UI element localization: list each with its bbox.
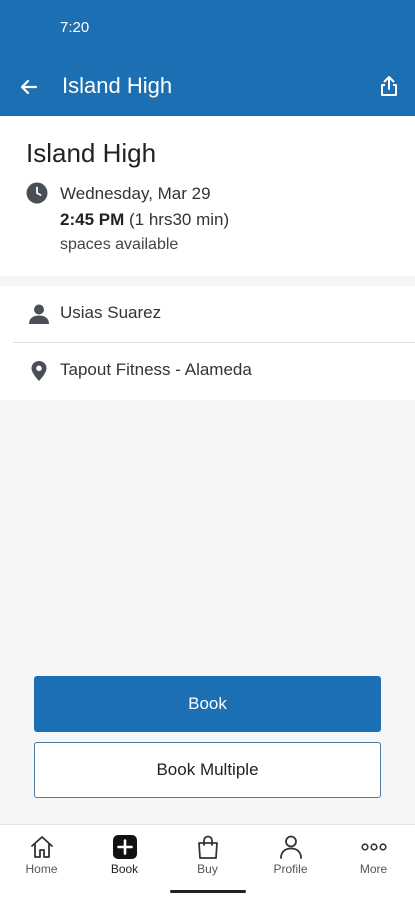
nav-buy[interactable]: Buy: [166, 825, 249, 885]
location-row[interactable]: Tapout Fitness - Alameda: [0, 343, 415, 399]
info-card: Usias Suarez Tapout Fitness - Alameda: [0, 286, 415, 400]
class-start-time: 2:45 PM: [60, 210, 125, 229]
back-button[interactable]: [14, 72, 44, 102]
status-time: 7:20: [60, 19, 90, 36]
app-bar: Island High: [0, 56, 415, 116]
person-icon: [279, 835, 302, 859]
nav-label: Home: [25, 862, 58, 876]
class-title: Island High: [26, 138, 157, 168]
instructor-name: Usias Suarez: [60, 303, 162, 322]
nav-more[interactable]: More: [332, 825, 415, 885]
book-button[interactable]: Book: [34, 676, 381, 732]
page-title: Island High: [62, 73, 173, 98]
clock-icon: [26, 182, 48, 204]
plus-square-icon: [112, 835, 137, 859]
nav-home[interactable]: Home: [0, 825, 83, 885]
nav-label: Profile: [273, 862, 308, 876]
class-time: 2:45 PM (1 hrs30 min): [60, 210, 229, 230]
nav-label: Book: [110, 862, 139, 876]
arrow-left-icon: [20, 79, 38, 95]
status-bar: 7:20: [0, 0, 415, 56]
shopping-bag-icon: [197, 835, 218, 859]
bottom-nav: Home Book Buy Profile More: [0, 824, 415, 900]
spaces-available: spaces available: [60, 236, 179, 253]
home-indicator: [170, 890, 246, 893]
nav-label: Buy: [197, 862, 218, 876]
nav-label: More: [359, 862, 388, 876]
nav-book[interactable]: Book: [83, 825, 166, 885]
class-duration: (1 hrs30 min): [128, 210, 230, 229]
share-icon: [381, 76, 397, 96]
instructor-row[interactable]: Usias Suarez: [0, 286, 415, 343]
home-icon: [30, 836, 53, 858]
class-date: Wednesday, Mar 29: [60, 184, 211, 203]
location-pin-icon: [31, 361, 47, 381]
book-multiple-button[interactable]: Book Multiple: [34, 742, 381, 798]
person-icon: [29, 304, 49, 324]
more-dots-icon: [360, 843, 387, 851]
nav-profile[interactable]: Profile: [249, 825, 332, 885]
location-name: Tapout Fitness - Alameda: [60, 360, 252, 379]
share-button[interactable]: [374, 71, 404, 101]
class-detail-card: Island High Wednesday, Mar 29 2:45 PM (1…: [0, 116, 415, 276]
